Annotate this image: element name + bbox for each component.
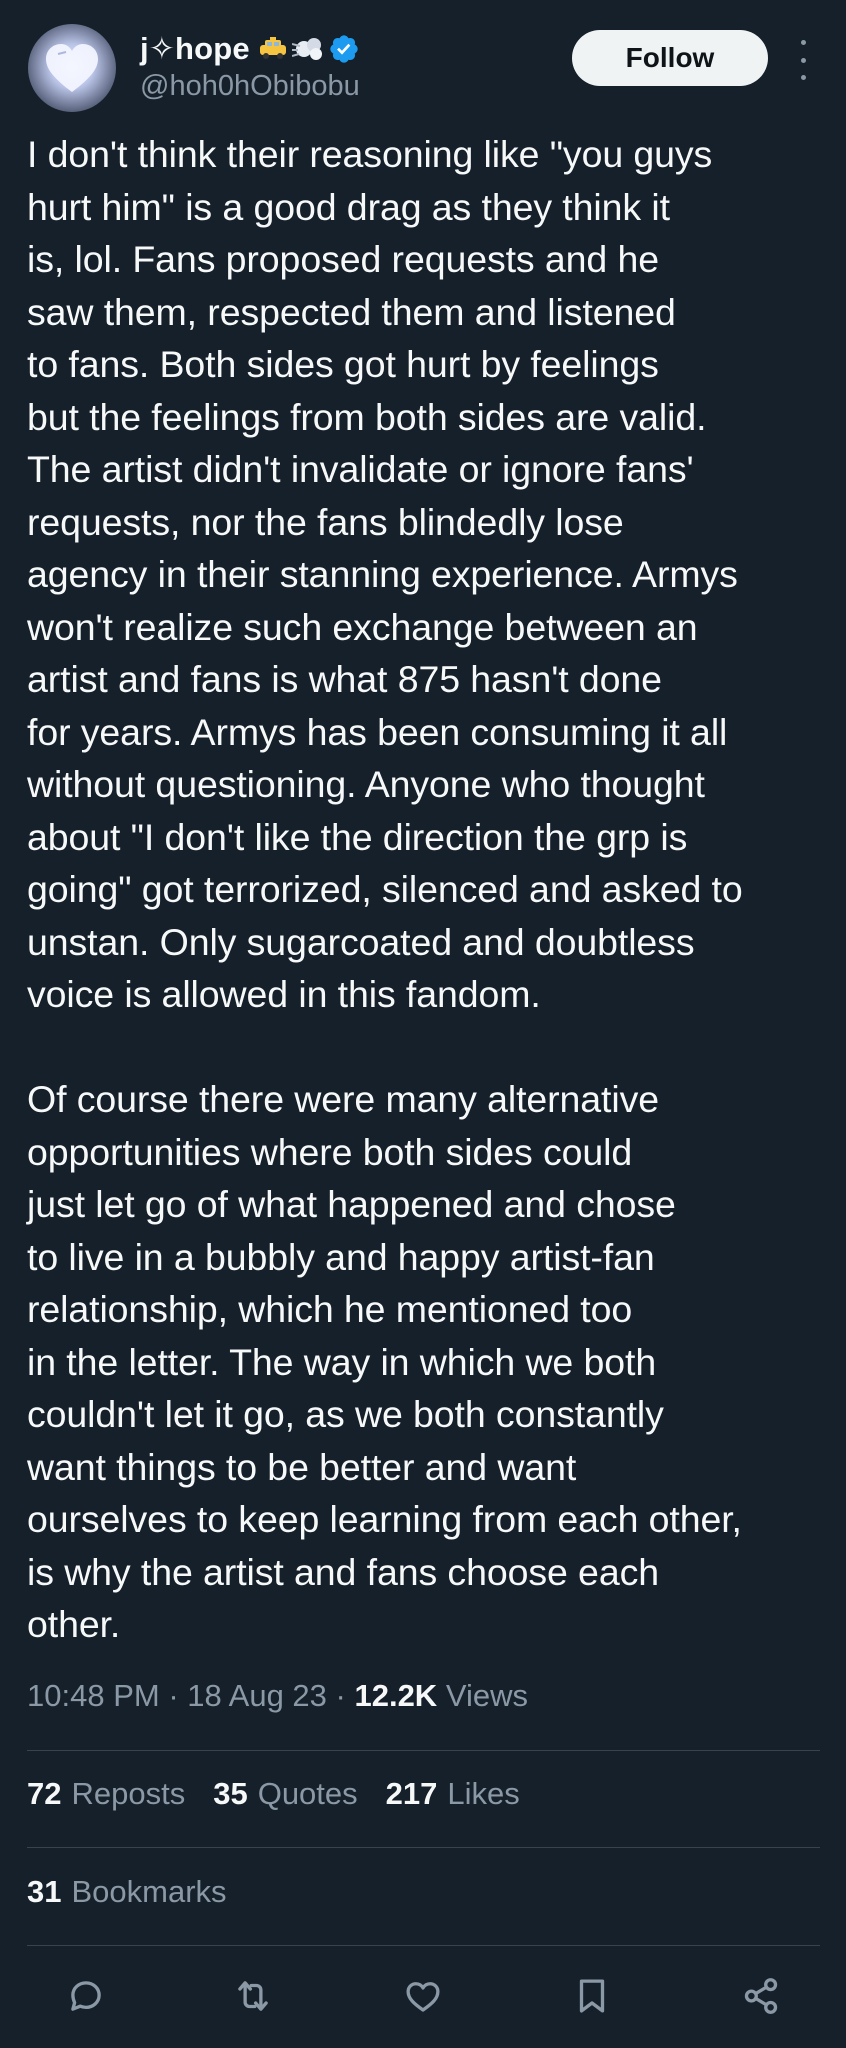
heart-icon bbox=[46, 44, 98, 92]
views-label: Views bbox=[445, 1678, 528, 1713]
reply-icon[interactable] bbox=[58, 1968, 114, 2024]
likes-count: 217 bbox=[385, 1776, 438, 1811]
reposts-count: 72 bbox=[27, 1776, 62, 1811]
quotes-stat[interactable]: 35 Quotes bbox=[213, 1776, 357, 1812]
name-row: j✧hope bbox=[140, 28, 360, 70]
likes-label: Likes bbox=[447, 1776, 520, 1811]
reposts-stat[interactable]: 72 Reposts bbox=[27, 1776, 185, 1812]
tweet-date[interactable]: 18 Aug 23 bbox=[187, 1678, 327, 1713]
display-name[interactable]: j✧hope bbox=[140, 31, 250, 67]
name-emoji bbox=[256, 33, 360, 65]
tweet-meta: 10:48 PM · 18 Aug 23 · 12.2K Views bbox=[27, 1678, 528, 1714]
meta-separator: · bbox=[159, 1678, 188, 1713]
more-dot bbox=[800, 75, 806, 80]
reposts-label: Reposts bbox=[71, 1776, 186, 1811]
divider bbox=[27, 1750, 820, 1751]
views-count: 12.2K bbox=[354, 1678, 438, 1713]
quotes-label: Quotes bbox=[257, 1776, 358, 1811]
bookmarks-stat[interactable]: 31 Bookmarks bbox=[27, 1874, 227, 1910]
dash-emoji-icon bbox=[291, 38, 322, 60]
more-dot bbox=[800, 40, 806, 45]
action-bar bbox=[0, 1968, 846, 2028]
bookmark-icon[interactable] bbox=[564, 1968, 620, 2024]
follow-button[interactable]: Follow bbox=[572, 30, 768, 86]
more-dot bbox=[800, 57, 806, 63]
engagement-stats: 72 Reposts 35 Quotes 217 Likes bbox=[27, 1776, 520, 1812]
share-icon[interactable] bbox=[733, 1968, 789, 2024]
more-vertical-icon[interactable] bbox=[788, 40, 818, 80]
taxi-emoji-icon bbox=[259, 37, 286, 59]
like-icon[interactable] bbox=[395, 1968, 451, 2024]
tweet-time[interactable]: 10:48 PM bbox=[27, 1678, 160, 1713]
verified-badge-icon bbox=[330, 35, 358, 63]
divider bbox=[27, 1847, 820, 1848]
meta-separator: · bbox=[326, 1678, 355, 1713]
quotes-count: 35 bbox=[213, 1776, 248, 1811]
divider bbox=[27, 1945, 820, 1946]
likes-stat[interactable]: 217 Likes bbox=[386, 1776, 520, 1812]
bookmarks-count: 31 bbox=[27, 1874, 62, 1909]
avatar[interactable] bbox=[28, 24, 116, 112]
tweet-header: j✧hope @hoh0hObibobu Follow bbox=[0, 0, 846, 112]
bookmarks-label: Bookmarks bbox=[71, 1874, 227, 1909]
repost-icon[interactable] bbox=[225, 1968, 281, 2024]
tweet-text: I don't think their reasoning like "you … bbox=[27, 133, 743, 1645]
user-handle[interactable]: @hoh0hObibobu bbox=[140, 70, 360, 103]
